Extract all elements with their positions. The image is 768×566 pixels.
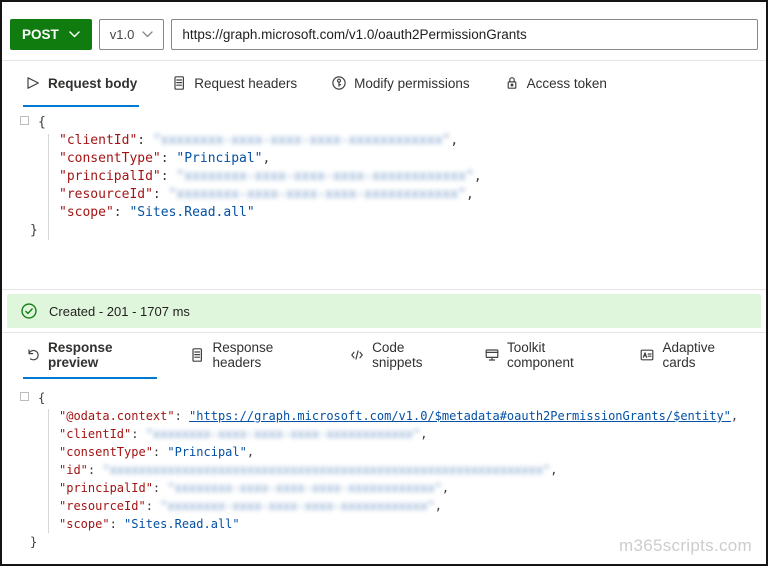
tab-adaptive-cards[interactable]: Adaptive cards (637, 333, 745, 379)
http-method-label: POST (22, 27, 59, 42)
redacted-value: "xxxxxxxx-xxxx-xxxx-xxxx-xxxxxxxxxxxx" (160, 499, 435, 513)
code-line: "principalId": "xxxxxxxx-xxxx-xxxx-xxxx-… (2, 479, 766, 497)
chevron-down-icon (69, 31, 80, 38)
permissions-icon (331, 75, 347, 91)
send-icon (25, 75, 41, 91)
fold-marker[interactable] (20, 392, 29, 401)
card-icon (639, 347, 655, 363)
code-line: { (2, 114, 766, 132)
code-line: "consentType": "Principal", (2, 443, 766, 461)
tab-code-snippets[interactable]: Code snippets (347, 333, 452, 379)
tab-label: Modify permissions (354, 76, 470, 91)
status-text: Created - 201 - 1707 ms (49, 304, 190, 319)
api-version-dropdown[interactable]: v1.0 (99, 19, 165, 50)
code-line: "scope": "Sites.Read.all" (2, 204, 766, 222)
document-icon (189, 347, 205, 363)
code-line: "id": "xxxxxxxxxxxxxxxxxxxxxxxxxxxxxxxxx… (2, 461, 766, 479)
redacted-value: "xxxxxxxx-xxxx-xxxx-xxxx-xxxxxxxxxxxx" (167, 481, 442, 495)
api-version-label: v1.0 (110, 27, 135, 42)
chevron-down-icon (142, 31, 153, 38)
response-section: Response preview Response headers Code s… (2, 332, 766, 566)
tab-label: Adaptive cards (662, 340, 743, 370)
code-line: "principalId": "xxxxxxxx-xxxx-xxxx-xxxx-… (2, 168, 766, 186)
graph-explorer-window: POST v1.0 Request body Request headers M… (0, 0, 768, 566)
http-method-dropdown[interactable]: POST (10, 19, 92, 50)
tab-label: Code snippets (372, 340, 450, 370)
redacted-value: "xxxxxxxx-xxxx-xxxx-xxxx-xxxxxxxxxxxx" (176, 169, 473, 184)
code-line: "resourceId": "xxxxxxxx-xxxx-xxxx-xxxx-x… (2, 186, 766, 204)
success-check-icon (20, 302, 38, 320)
redacted-value: "xxxxxxxx-xxxx-xxxx-xxxx-xxxxxxxxxxxx" (169, 187, 466, 202)
tab-request-headers[interactable]: Request headers (169, 61, 299, 107)
tab-label: Toolkit component (507, 340, 606, 370)
code-line: } (2, 222, 766, 240)
tab-label: Response headers (212, 340, 315, 370)
response-status-bar: Created - 201 - 1707 ms (7, 294, 761, 328)
code-line: "resourceId": "xxxxxxxx-xxxx-xxxx-xxxx-x… (2, 497, 766, 515)
tab-modify-permissions[interactable]: Modify permissions (329, 61, 472, 107)
lock-icon (504, 75, 520, 91)
tab-label: Request body (48, 76, 137, 91)
code-line: "scope": "Sites.Read.all" (2, 515, 766, 533)
code-line: "clientId": "xxxxxxxx-xxxx-xxxx-xxxx-xxx… (2, 425, 766, 443)
tab-label: Access token (527, 76, 607, 91)
tab-response-preview[interactable]: Response preview (23, 333, 157, 379)
redacted-value: "xxxxxxxxxxxxxxxxxxxxxxxxxxxxxxxxxxxxxxx… (102, 463, 550, 477)
fold-marker[interactable] (20, 116, 29, 125)
request-toolbar: POST v1.0 (2, 2, 766, 61)
code-line: { (2, 389, 766, 407)
request-tabs: Request body Request headers Modify perm… (2, 61, 766, 107)
document-icon (171, 75, 187, 91)
tab-response-headers[interactable]: Response headers (187, 333, 317, 379)
code-line: "consentType": "Principal", (2, 150, 766, 168)
tab-access-token[interactable]: Access token (502, 61, 609, 107)
watermark: m365scripts.com (619, 536, 752, 556)
redacted-value: "xxxxxxxx-xxxx-xxxx-xxxx-xxxxxxxxxxxx" (153, 133, 450, 148)
component-icon (484, 347, 500, 363)
request-body-editor[interactable]: { "clientId": "xxxxxxxx-xxxx-xxxx-xxxx-x… (2, 107, 766, 290)
tab-label: Request headers (194, 76, 297, 91)
odata-context-link[interactable]: "https://graph.microsoft.com/v1.0/$metad… (189, 409, 731, 423)
undo-arrow-icon (25, 347, 41, 363)
tab-request-body[interactable]: Request body (23, 61, 139, 107)
redacted-value: "xxxxxxxx-xxxx-xxxx-xxxx-xxxxxxxxxxxx" (146, 427, 421, 441)
code-line: "clientId": "xxxxxxxx-xxxx-xxxx-xxxx-xxx… (2, 132, 766, 150)
tab-toolkit-component[interactable]: Toolkit component (482, 333, 608, 379)
response-tabs: Response preview Response headers Code s… (2, 333, 766, 379)
request-url-input[interactable] (171, 19, 758, 50)
tab-label: Response preview (48, 340, 155, 370)
code-icon (349, 347, 365, 363)
code-line: "@odata.context": "https://graph.microso… (2, 407, 766, 425)
